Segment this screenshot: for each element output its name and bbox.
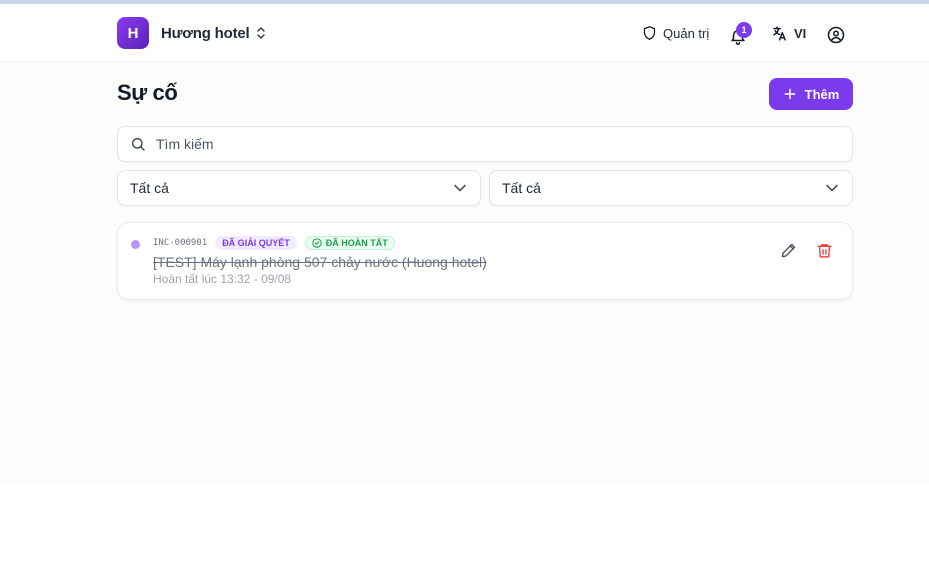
search-icon: [132, 138, 145, 151]
hotel-name: Hương hotel: [161, 24, 250, 42]
admin-label: Quản trị: [663, 25, 710, 41]
incident-card[interactable]: INC-000901 ĐÃ GIẢI QUYẾT ĐÃ HOÀN TẤT [TE…: [117, 222, 853, 300]
account-button[interactable]: [827, 26, 847, 46]
filter-select-2-value: Tất cả: [502, 180, 541, 196]
search-input[interactable]: [154, 135, 838, 153]
incident-status-dot: [131, 240, 140, 249]
top-header: H Hương hotel Quản trị 1 VI: [0, 4, 929, 62]
add-button-label: Thêm: [804, 86, 840, 102]
shield-icon: [643, 26, 656, 40]
add-incident-button[interactable]: Thêm: [769, 78, 853, 110]
chevron-down-icon: [454, 184, 466, 192]
chevron-down-icon: [826, 184, 838, 192]
language-label: VI: [794, 25, 807, 41]
search-box: [117, 126, 853, 162]
hotel-logo[interactable]: H: [117, 17, 149, 49]
pencil-icon: [781, 243, 796, 258]
filter-select-1[interactable]: Tất cả: [117, 170, 481, 206]
plus-icon: [784, 88, 796, 100]
status-badge-completed: ĐÃ HOÀN TẤT: [304, 236, 395, 250]
translate-icon: [773, 25, 786, 41]
edit-incident-button[interactable]: [780, 242, 798, 260]
language-switcher[interactable]: VI: [771, 23, 806, 43]
incident-code: INC-000901: [153, 238, 208, 248]
filter-select-2[interactable]: Tất cả: [489, 170, 853, 206]
filter-select-1-value: Tất cả: [130, 180, 169, 196]
status-badge-resolved: ĐÃ GIẢI QUYẾT: [215, 236, 297, 250]
completed-badge-label: ĐÃ HOÀN TẤT: [325, 238, 388, 248]
incident-completed-time: Hoàn tất lúc 13:32 - 09/08: [153, 272, 292, 286]
incident-title: [TEST] Máy lạnh phòng 507 chảy nước (Huo…: [153, 254, 487, 270]
delete-incident-button[interactable]: [816, 242, 834, 260]
admin-link[interactable]: Quản trị: [642, 23, 709, 43]
trash-icon: [817, 244, 832, 258]
notification-count-badge: 1: [736, 22, 752, 38]
hotel-switcher[interactable]: Hương hotel: [161, 23, 267, 43]
chevron-up-down-icon: [257, 27, 266, 39]
page-title: Sự cố: [117, 80, 178, 105]
incident-meta-row: INC-000901 ĐÃ GIẢI QUYẾT ĐÃ HOÀN TẤT: [153, 236, 395, 250]
check-circle-icon: [312, 238, 322, 248]
user-circle-icon: [827, 26, 845, 44]
